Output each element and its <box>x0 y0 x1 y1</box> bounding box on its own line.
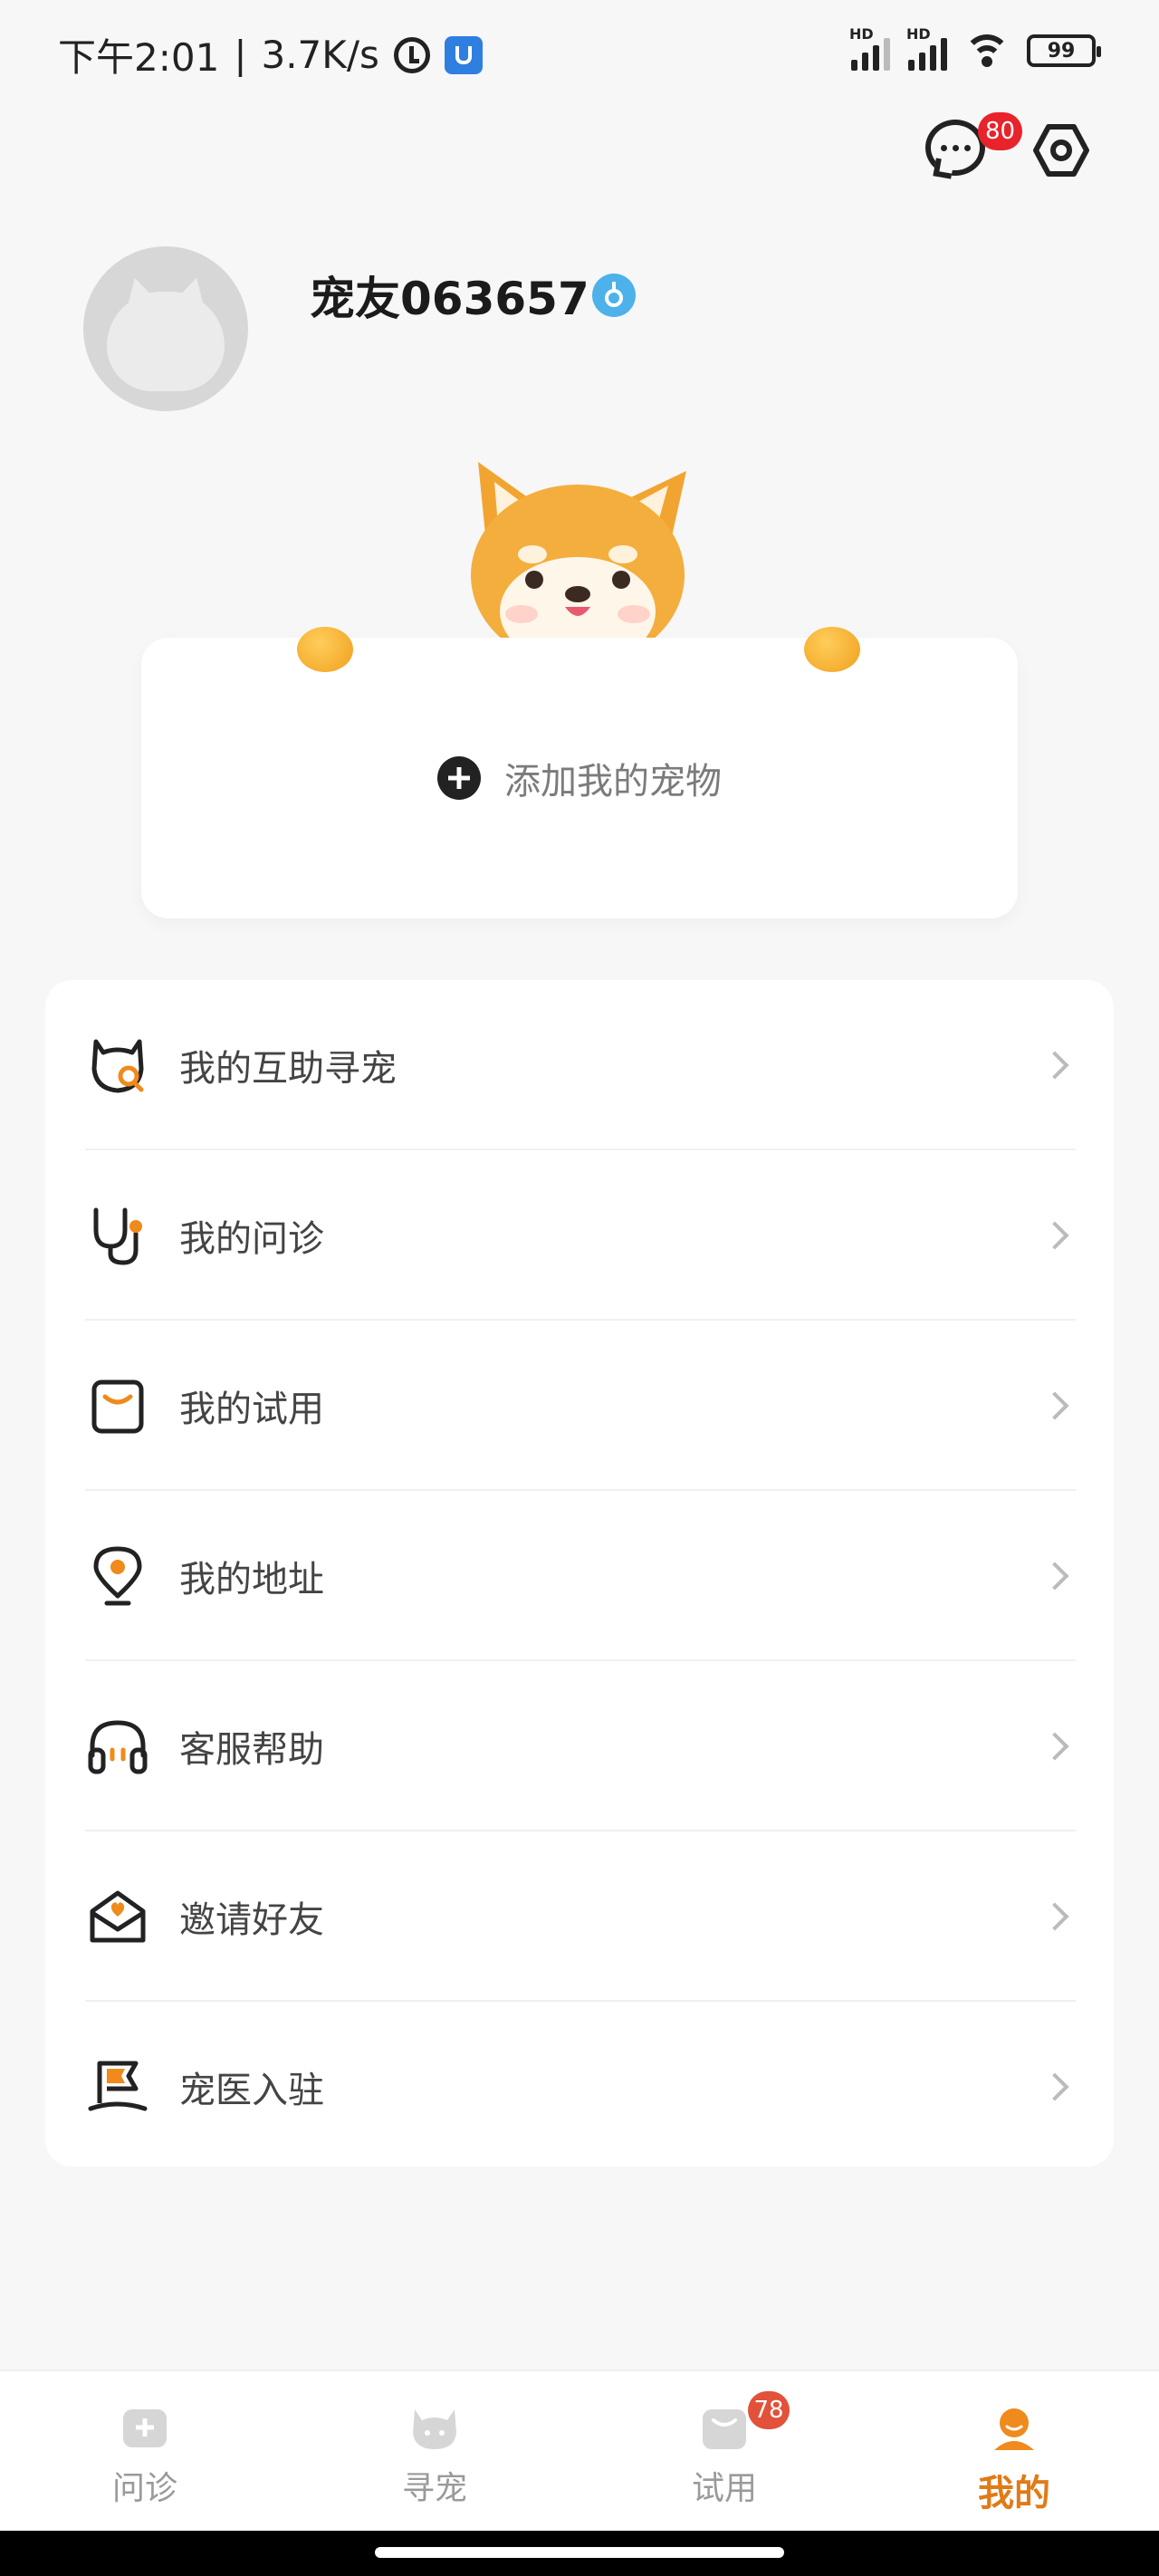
app-notification-icon <box>444 35 483 74</box>
male-symbol-icon <box>592 274 636 317</box>
chevron-right-icon <box>1040 1051 1069 1080</box>
tab-consult[interactable]: 问诊 <box>0 2371 290 2533</box>
chevron-right-icon <box>1040 1562 1069 1591</box>
cat-face-icon <box>413 2409 456 2449</box>
headset-icon <box>88 1720 148 1774</box>
consult-icon <box>123 2409 167 2447</box>
signal-icon: HD <box>906 25 947 71</box>
location-pin-icon <box>93 1546 142 1606</box>
add-circle-icon <box>437 756 481 800</box>
signal-icon: HD <box>849 25 890 71</box>
shiba-dog-illustration <box>471 462 686 652</box>
avatar[interactable] <box>83 246 248 411</box>
username[interactable]: 宠友063657 <box>310 263 589 328</box>
alarm-icon <box>393 36 430 73</box>
dog-paw <box>297 627 353 672</box>
trial-badge: 78 <box>748 2391 790 2429</box>
tab-trial[interactable]: 试用 78 <box>580 2371 869 2533</box>
menu-item-pet-search[interactable]: 我的互助寻宠 <box>85 980 1076 1150</box>
profile-icon <box>994 2408 1034 2450</box>
menu-item-vet-join[interactable]: 宠医入驻 <box>85 2002 1076 2172</box>
menu-item-consultation[interactable]: 我的问诊 <box>85 1150 1076 1321</box>
menu-item-invite-friends[interactable]: 邀请好友 <box>85 1831 1076 2002</box>
chevron-right-icon <box>1040 2072 1069 2101</box>
invite-envelope-icon <box>90 1890 146 1943</box>
wifi-icon <box>963 33 1011 69</box>
chevron-right-icon <box>1040 1221 1069 1250</box>
status-time: 下午2:01 <box>58 35 220 80</box>
battery-icon: 99 <box>1027 34 1101 67</box>
bottom-nav: 问诊 寻宠 试用 78 我的 <box>0 2369 1159 2531</box>
cat-search-icon <box>91 1039 144 1093</box>
tab-mine[interactable]: 我的 <box>869 2371 1159 2533</box>
add-pet-label: 添加我的宠物 <box>504 761 722 803</box>
chat-bubble-icon[interactable] <box>925 120 985 176</box>
menu-list: 我的互助寻宠 我的问诊 我的试用 我的地址 客服帮助 邀请好友 宠医入驻 <box>45 980 1114 2167</box>
chevron-right-icon <box>1040 1732 1069 1761</box>
stethoscope-icon <box>93 1207 142 1265</box>
chevron-right-icon <box>1040 1391 1069 1420</box>
menu-item-customer-service[interactable]: 客服帮助 <box>85 1661 1076 1831</box>
bag-icon <box>703 2409 746 2449</box>
bag-icon <box>91 1379 144 1434</box>
status-bar: 下午2:01 | 3.7K/s HD HD 99 <box>0 0 1159 109</box>
menu-item-trial[interactable]: 我的试用 <box>85 1321 1076 1491</box>
flag-icon <box>88 2061 148 2111</box>
add-pet-card[interactable]: 添加我的宠物 <box>141 638 1018 918</box>
tab-find-pet[interactable]: 寻宠 <box>290 2371 580 2533</box>
dog-paw <box>804 627 860 672</box>
menu-item-address[interactable]: 我的地址 <box>85 1491 1076 1661</box>
home-indicator[interactable] <box>375 2547 784 2558</box>
chevron-right-icon <box>1040 1902 1069 1931</box>
status-net-speed: 3.7K/s <box>261 33 379 77</box>
messages-badge: 80 <box>978 112 1023 150</box>
hexagon-gear-icon[interactable] <box>1032 121 1090 179</box>
